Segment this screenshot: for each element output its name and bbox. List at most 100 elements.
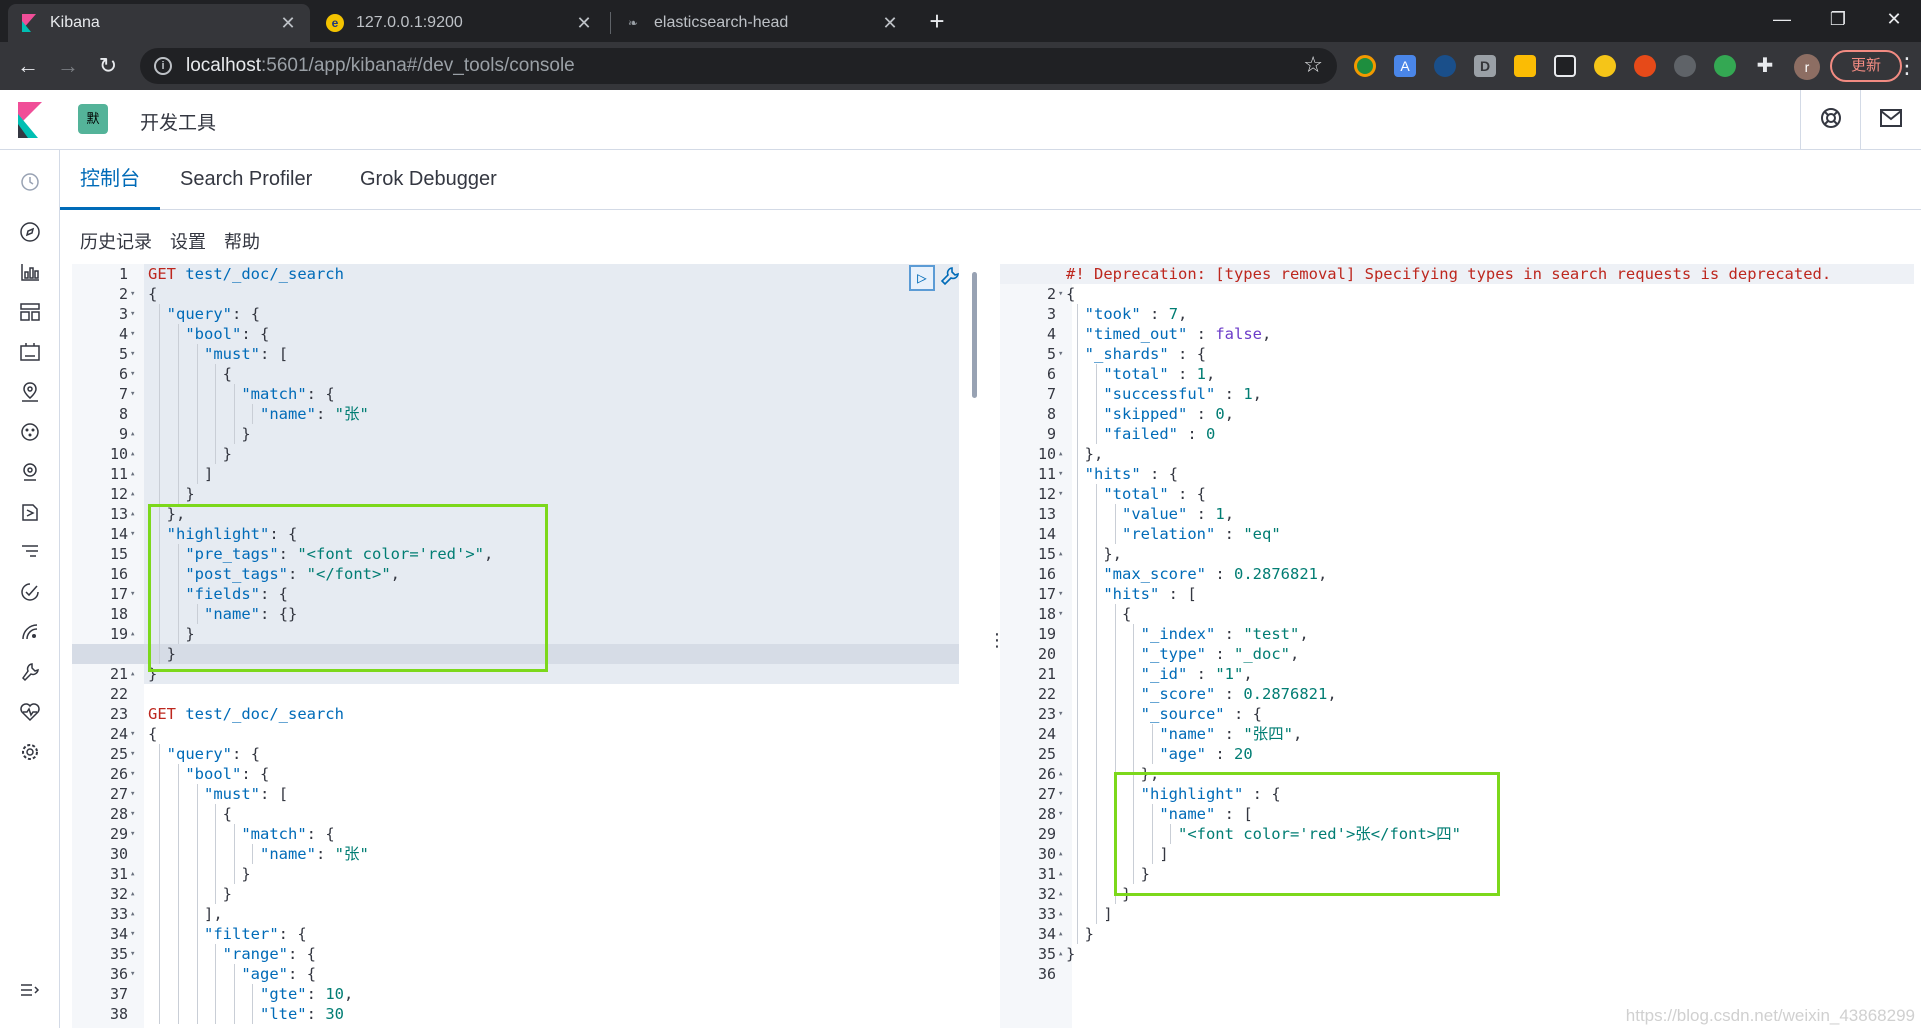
fold-close-icon[interactable]: ▴ [1058,844,1063,864]
extension-green-icon[interactable] [1354,55,1376,77]
extension-play-icon[interactable] [1594,55,1616,77]
extension-yellow-icon[interactable] [1514,55,1536,77]
new-tab-plus-icon[interactable]: + [922,6,952,36]
fold-close-icon[interactable]: ▴ [130,424,135,444]
canvas-icon[interactable] [18,340,42,364]
fold-open-icon[interactable]: ▾ [130,284,135,304]
window-close-icon[interactable]: ✕ [1866,0,1921,38]
help-menu-button[interactable] [1800,90,1860,150]
fold-open-icon[interactable]: ▾ [130,764,135,784]
site-info-icon[interactable]: i [154,57,172,75]
visualize-chart-icon[interactable] [18,260,42,284]
fold-close-icon[interactable]: ▴ [130,444,135,464]
fold-open-icon[interactable]: ▾ [130,384,135,404]
close-icon[interactable]: ✕ [880,13,900,34]
fold-close-icon[interactable]: ▴ [1058,884,1063,904]
fold-close-icon[interactable]: ▴ [130,504,135,524]
fold-close-icon[interactable]: ▴ [130,464,135,484]
dev-tools-wrench-icon[interactable] [18,660,42,684]
fold-open-icon[interactable]: ▾ [1058,464,1063,484]
fold-open-icon[interactable]: ▾ [1058,484,1063,504]
fold-close-icon[interactable]: ▴ [1058,544,1063,564]
tab-console[interactable]: 控制台 [60,150,160,210]
fold-open-icon[interactable]: ▾ [130,724,135,744]
newsfeed-button[interactable] [1860,90,1920,150]
request-scrollbar[interactable] [972,272,977,398]
recently-viewed-clock-icon[interactable] [18,170,42,194]
send-request-play-icon[interactable]: ▷ [909,265,935,291]
extension-cloud-icon[interactable] [1434,55,1456,77]
management-gear-icon[interactable] [18,740,42,764]
fold-open-icon[interactable]: ▾ [1058,804,1063,824]
fold-open-icon[interactable]: ▾ [1058,584,1063,604]
fold-open-icon[interactable]: ▾ [130,784,135,804]
close-icon[interactable]: ✕ [574,13,594,34]
fold-close-icon[interactable]: ▴ [1058,764,1063,784]
siem-icon[interactable] [18,620,42,644]
profile-avatar[interactable]: r [1794,54,1820,80]
close-icon[interactable]: ✕ [278,13,298,34]
apm-icon[interactable] [18,540,42,564]
machine-learning-icon[interactable] [18,420,42,444]
uptime-icon[interactable] [18,580,42,604]
back-arrow-icon[interactable]: ← [12,50,44,82]
fold-open-icon[interactable]: ▾ [130,824,135,844]
fold-open-icon[interactable]: ▾ [1058,344,1063,364]
dashboard-icon[interactable] [18,300,42,324]
fold-open-icon[interactable]: ▾ [130,964,135,984]
fold-close-icon[interactable]: ▴ [130,864,135,884]
collapse-nav-icon[interactable] [18,978,42,1002]
fold-open-icon[interactable]: ▾ [1058,704,1063,724]
fold-close-icon[interactable]: ▴ [130,884,135,904]
minimize-icon[interactable]: — [1754,0,1810,38]
fold-close-icon[interactable]: ▴ [130,484,135,504]
fold-close-icon[interactable]: ▴ [1058,924,1063,944]
browser-tab-elasticsearch-head[interactable]: ❧ elasticsearch-head ✕ [612,4,912,42]
browser-tab-kibana[interactable]: Kibana ✕ [8,4,310,42]
tab-search-profiler[interactable]: Search Profiler [180,150,312,210]
extensions-puzzle-icon[interactable]: ✚ [1754,55,1776,77]
infrastructure-icon[interactable] [18,460,42,484]
fold-close-icon[interactable]: ▴ [1058,944,1063,964]
fold-open-icon[interactable]: ▾ [130,804,135,824]
space-avatar[interactable]: 默 [78,104,108,134]
settings-link[interactable]: 设置 [170,228,206,254]
fold-open-icon[interactable]: ▾ [130,524,135,544]
fold-open-icon[interactable]: ▾ [130,924,135,944]
logs-icon[interactable] [18,500,42,524]
maps-icon[interactable] [18,380,42,404]
fold-open-icon[interactable]: ▾ [130,324,135,344]
extension-leaf-icon[interactable] [1714,55,1736,77]
fold-open-icon[interactable]: ▾ [130,744,135,764]
address-bar[interactable]: i localhost :5601/app/kibana#/dev_tools/… [140,48,1337,84]
fold-close-icon[interactable]: ▴ [1058,904,1063,924]
fold-close-icon[interactable]: ▴ [130,904,135,924]
bookmark-star-icon[interactable]: ☆ [1303,52,1323,78]
fold-close-icon[interactable]: ▴ [1058,444,1063,464]
fold-close-icon[interactable]: ▴ [1058,864,1063,884]
extension-owl-icon[interactable] [1554,55,1576,77]
forward-arrow-icon[interactable]: → [52,50,84,82]
reload-icon[interactable]: ↻ [92,50,124,82]
fold-open-icon[interactable]: ▾ [130,584,135,604]
fold-open-icon[interactable]: ▾ [130,944,135,964]
update-button[interactable]: 更新 [1830,50,1902,82]
kibana-logo-icon[interactable] [14,102,50,138]
extension-translate-icon[interactable]: A [1394,55,1416,77]
monitoring-icon[interactable] [18,700,42,724]
help-link[interactable]: 帮助 [224,228,260,254]
extension-d-icon[interactable]: D [1474,55,1496,77]
browser-tab-localhost[interactable]: e 127.0.0.1:9200 ✕ [314,4,606,42]
fold-close-icon[interactable]: ▴ [130,664,135,684]
fold-open-icon[interactable]: ▾ [1058,604,1063,624]
restore-icon[interactable]: ❐ [1810,0,1866,38]
fold-open-icon[interactable]: ▾ [1058,284,1063,304]
fold-close-icon[interactable]: ▴ [130,624,135,644]
discover-compass-icon[interactable] [18,220,42,244]
fold-open-icon[interactable]: ▾ [130,364,135,384]
panel-resizer-handle[interactable]: ⋮ [988,630,1006,654]
request-editor[interactable]: 1 2 ▾ 3 ▾ 4 ▾ 5 ▾ 6 ▾ 7 ▾ 8 9 ▴ 10 ▴ 11 ▴ 12 ▴ 13 ▴ 14 ▾ 15 16 17 ▾ 18… [72,264,987,1028]
browser-menu-icon[interactable]: ⋮ [1896,50,1918,82]
history-link[interactable]: 历史记录 [80,228,152,254]
tab-grok-debugger[interactable]: Grok Debugger [360,150,497,210]
